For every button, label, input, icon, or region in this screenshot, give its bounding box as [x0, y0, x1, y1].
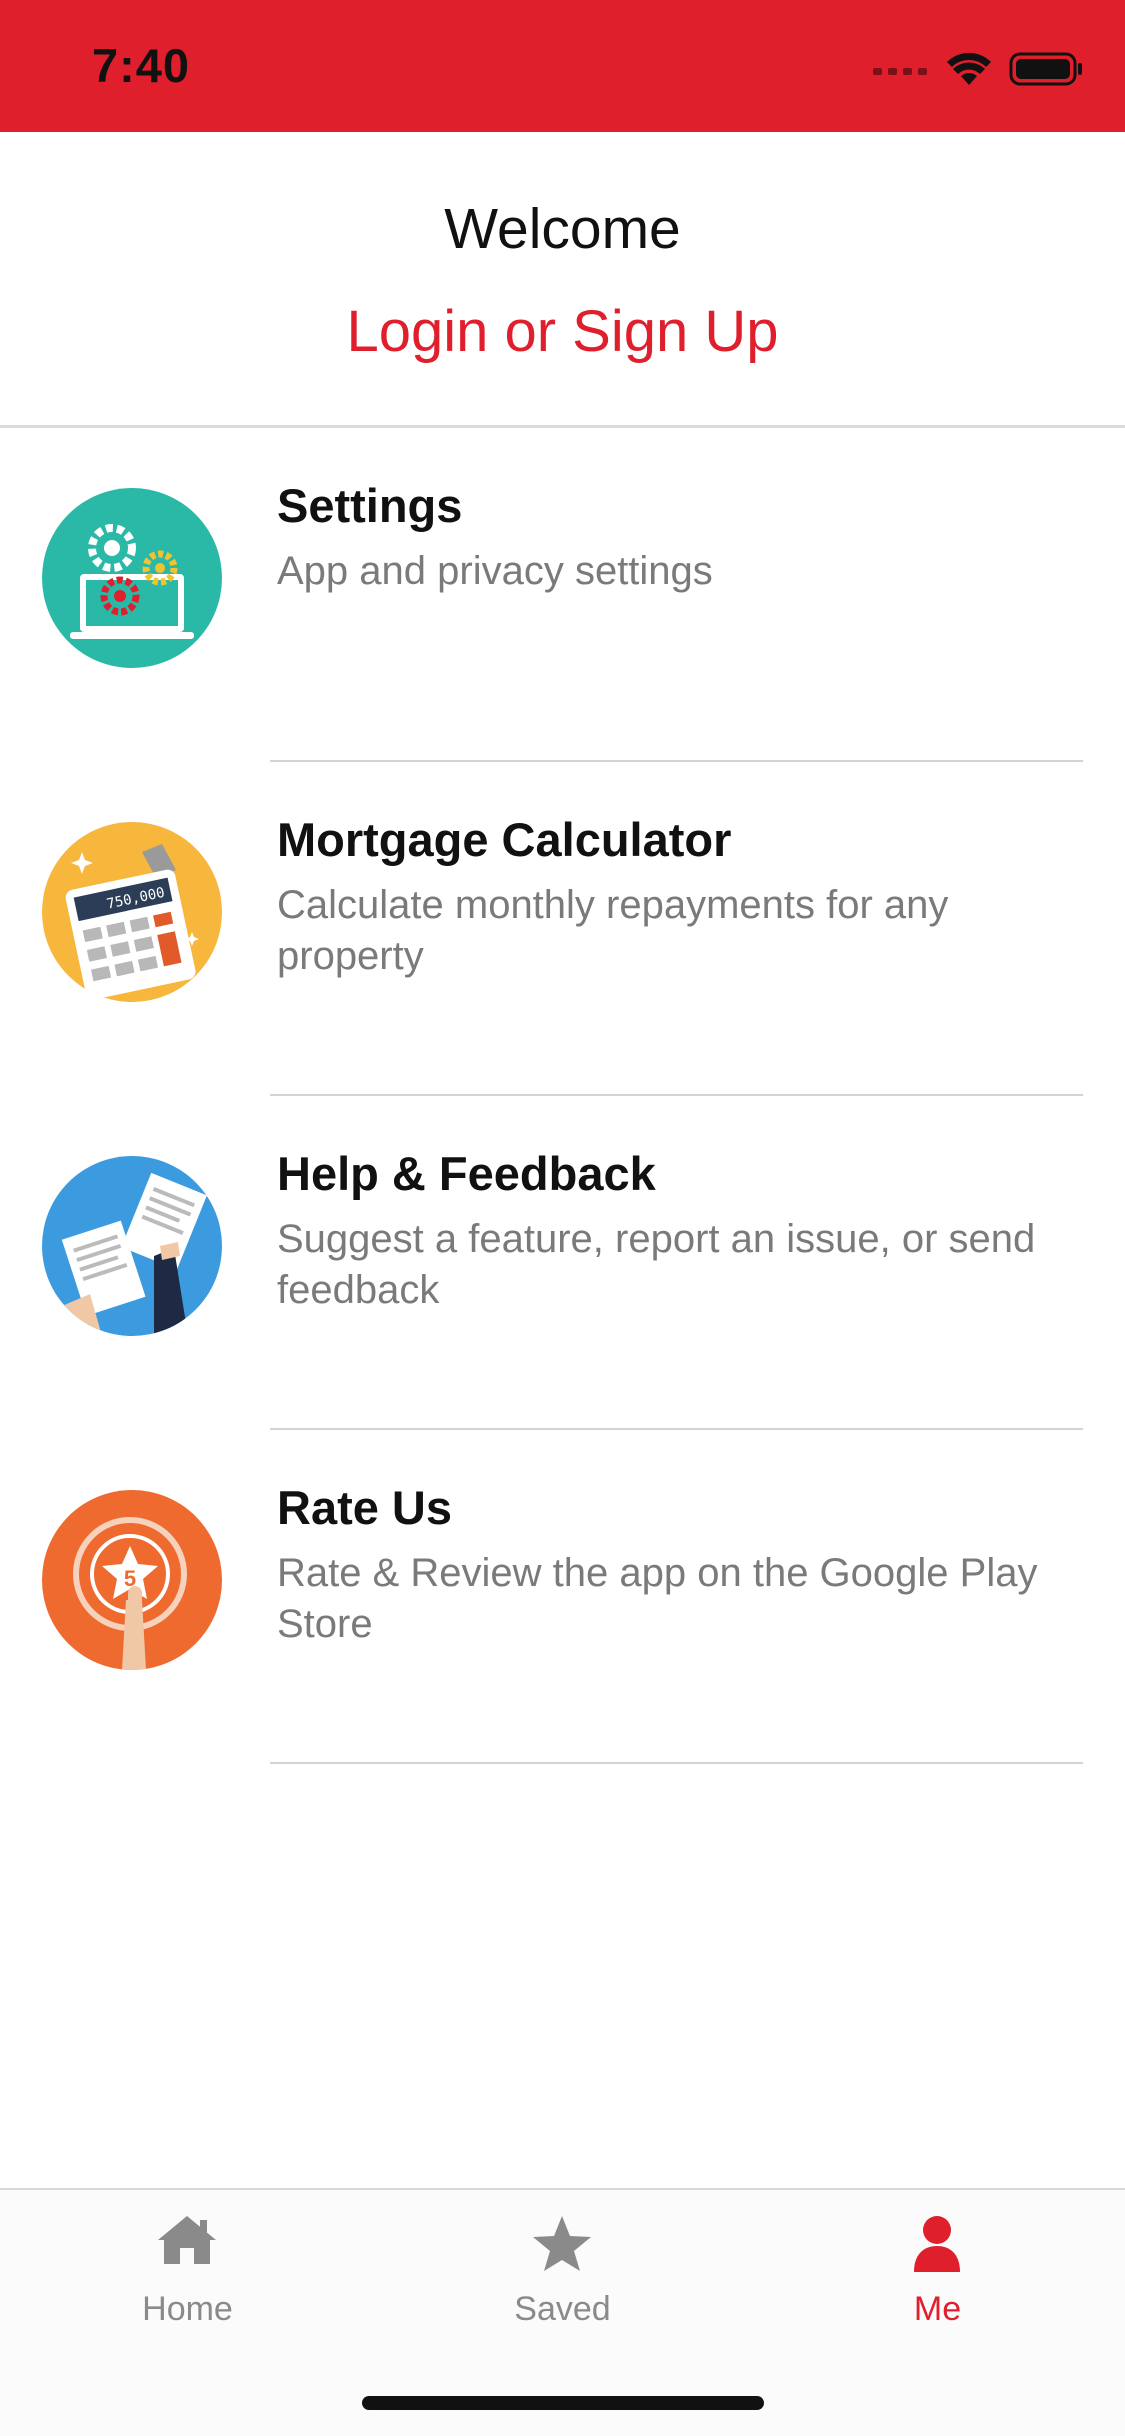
menu-item-help-feedback[interactable]: Help & Feedback Suggest a feature, repor… [0, 1096, 1125, 1430]
tab-label: Saved [514, 2290, 611, 2328]
status-time: 7:40 [92, 39, 191, 92]
tab-label: Me [913, 2290, 962, 2328]
menu-item-settings[interactable]: Settings App and privacy settings [0, 428, 1125, 762]
menu-item-title: Settings [277, 479, 463, 532]
feedback-papers-icon [42, 1156, 222, 1336]
menu-item-mortgage-calculator[interactable]: 750,000 Mortgage Calculator Calculate mo… [0, 762, 1125, 1096]
settings-gears-icon [42, 488, 222, 668]
menu-item-title: Rate Us [277, 1481, 453, 1534]
menu-item-rate-us[interactable]: 5 Rate Us Rate & Review the app on the G… [0, 1430, 1125, 1764]
cellular-icon [873, 68, 927, 75]
status-bar: 7:40 [0, 0, 1125, 132]
star-icon [533, 2216, 591, 2271]
menu-list: Settings App and privacy settings 750,00… [0, 428, 1125, 1764]
calculator-icon: 750,000 [42, 822, 222, 1002]
menu-item-subtitle: Suggest a feature, report an issue, or s… [277, 1217, 1036, 1312]
tab-saved[interactable]: Saved [375, 2190, 750, 2340]
status-icons [873, 46, 1083, 92]
menu-item-subtitle: Rate & Review the app on the Google Play… [277, 1551, 1038, 1646]
menu-item-title: Help & Feedback [277, 1147, 656, 1200]
menu-item-subtitle: Calculate monthly repayments for any pro… [277, 883, 949, 978]
tab-bar: Home Saved Me [0, 2188, 1125, 2436]
tab-home[interactable]: Home [0, 2190, 375, 2340]
battery-icon [1009, 52, 1082, 86]
wifi-icon [947, 52, 991, 85]
menu-item-title: Mortgage Calculator [277, 813, 732, 866]
tab-me[interactable]: Me [750, 2190, 1125, 2340]
tab-label: Home [142, 2290, 233, 2328]
person-icon [914, 2216, 960, 2272]
welcome-header: Welcome Login or Sign Up [0, 132, 1125, 428]
home-icon [158, 2216, 216, 2264]
login-signup-link[interactable]: Login or Sign Up [0, 298, 1125, 365]
divider [270, 1762, 1083, 1764]
rating-star-icon: 5 [42, 1490, 222, 1670]
welcome-title: Welcome [444, 197, 681, 261]
home-indicator [362, 2396, 764, 2410]
menu-item-subtitle: App and privacy settings [277, 549, 713, 593]
